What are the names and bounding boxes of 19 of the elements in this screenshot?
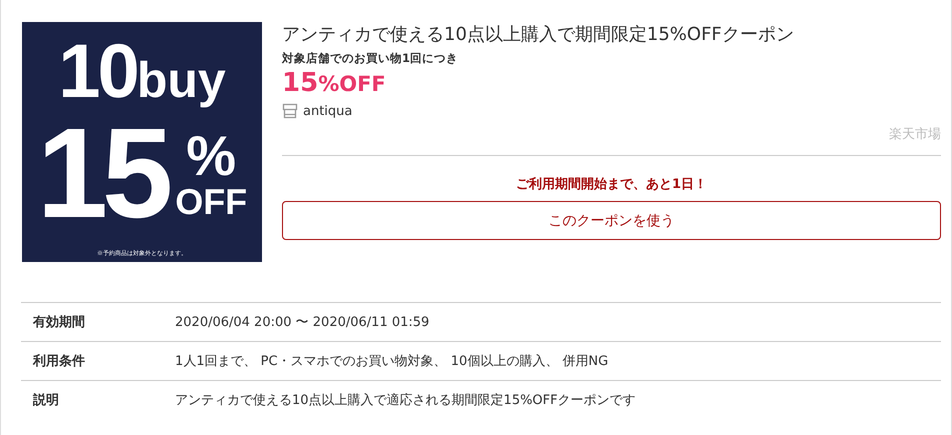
market-label: 楽天市場 [889,126,941,143]
coupon-title: アンティカで使える10点以上購入で期間限定15%OFFクーポン [282,23,795,47]
banner-percent: 15 [36,110,168,238]
detail-label: 説明 [32,392,60,409]
detail-label: 利用条件 [32,353,86,370]
shop-icon [282,103,298,119]
banner-off: OFF [175,184,248,220]
start-notice: ご利用期間開始まで、あと1日！ [516,176,708,193]
detail-value: 1人1回まで、 PC・スマホでのお買い物対象、 10個以上の購入、 併用NG [175,353,608,370]
coupon-condition: 対象店舗でのお買い物1回につき [282,51,460,66]
percent-sign: % [186,128,236,184]
detail-value: アンティカで使える10点以上購入で適応される期間限定15%OFFクーポンです [175,392,636,409]
detail-value: 2020/06/04 20:00 〜 2020/06/11 01:59 [175,314,430,331]
use-coupon-button[interactable]: このクーポンを使う [282,201,941,240]
banner-unit: buy [136,55,226,105]
detail-label: 有効期間 [32,314,86,331]
discount-amount: 15%OFF [282,70,387,96]
shop-name[interactable]: antiqua [303,104,352,118]
banner-count: 10 [58,34,137,110]
